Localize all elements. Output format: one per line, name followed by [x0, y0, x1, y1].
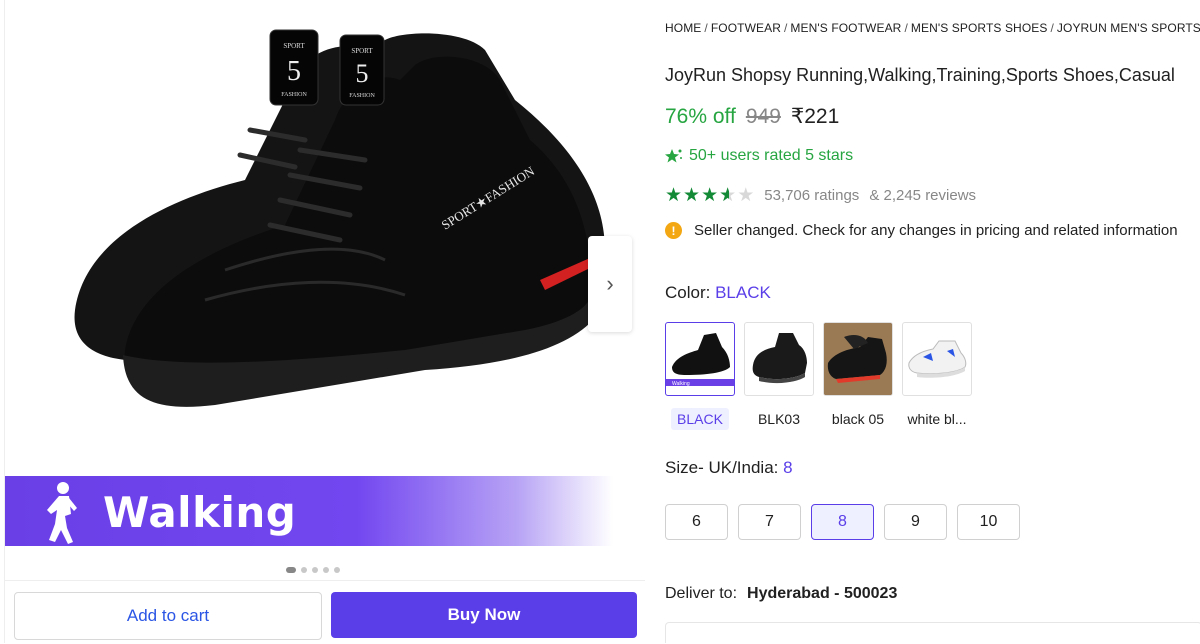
size-option-6[interactable]: 6 — [665, 504, 728, 540]
delivery-details-box — [665, 622, 1200, 643]
star-full-icon: ★ — [683, 185, 701, 206]
color-option-label: BLACK — [671, 408, 729, 430]
color-option-label: black 05 — [831, 411, 885, 427]
breadcrumb-separator: / — [1050, 21, 1054, 35]
product-gallery: SPORT 5 FASHION SPORT 5 FASHION SPORT★FA… — [0, 0, 645, 643]
star-full-icon: ★ — [701, 185, 719, 206]
black-shoe-thumb: Walking — [666, 333, 734, 387]
tongue-tag-number-2: 5 — [356, 59, 369, 88]
breadcrumb-item[interactable]: MEN'S FOOTWEAR — [790, 21, 901, 35]
action-bar: Add to cart Buy Now — [5, 580, 645, 644]
color-option-black-05[interactable]: black 05 — [823, 322, 893, 430]
size-option-8[interactable]: 8 — [811, 504, 874, 540]
walking-person-icon — [47, 482, 77, 544]
color-thumb-black: Walking — [665, 322, 735, 396]
color-label-row: Color: BLACK — [665, 283, 771, 303]
breadcrumb-item[interactable]: HOME — [665, 21, 701, 35]
size-option-7[interactable]: 7 — [738, 504, 801, 540]
color-selected: BLACK — [715, 283, 771, 302]
tongue-tag-top-2: SPORT — [351, 47, 373, 55]
color-option-blk03[interactable]: BLK03 — [744, 322, 814, 430]
color-option-black[interactable]: Walking BLACK — [665, 322, 735, 430]
star-half-icon: ★ ★ — [719, 185, 737, 206]
white-shoe-thumb — [908, 340, 967, 378]
chevron-right-icon: › — [606, 271, 614, 296]
carousel-dot[interactable] — [286, 567, 296, 573]
carousel-dot[interactable] — [323, 567, 329, 573]
star-full-icon: ★ — [665, 185, 683, 206]
ratings-count: 53,706 ratings — [764, 187, 860, 204]
breadcrumb-separator: / — [783, 21, 788, 35]
color-option-white-blue[interactable]: white bl... — [902, 322, 972, 430]
black-05-shoe-thumb — [824, 323, 892, 395]
size-options: 6 7 8 9 10 — [665, 504, 1020, 540]
star-half-fill: ★ — [719, 186, 729, 205]
size-label-row: Size- UK/India: 8 — [665, 458, 793, 478]
price-row: 76% off 949 ₹221 — [665, 104, 839, 129]
delivery-row[interactable]: Deliver to: Hyderabad - 500023 — [665, 585, 897, 603]
size-selected: 8 — [783, 458, 793, 477]
color-option-label: white bl... — [907, 411, 967, 427]
add-to-cart-button[interactable]: Add to cart — [14, 592, 322, 640]
banner-label: Walking — [103, 488, 297, 537]
size-label: Size- UK/India: — [665, 458, 779, 477]
color-label: Color: — [665, 283, 711, 302]
color-thumb-black-05 — [823, 322, 893, 396]
breadcrumb-separator: / — [904, 21, 908, 35]
seller-notice-text: Seller changed. Check for any changes in… — [694, 222, 1178, 239]
carousel-dots — [286, 567, 340, 573]
carousel-dot[interactable] — [312, 567, 318, 573]
buy-now-button[interactable]: Buy Now — [331, 592, 637, 638]
size-option-9[interactable]: 9 — [884, 504, 947, 540]
carousel-dot[interactable] — [334, 567, 340, 573]
breadcrumb-item[interactable]: JOYRUN MEN'S SPORTS SHOES — [1057, 21, 1200, 35]
color-swatches: Walking BLACK BLK03 black 05 white bl... — [665, 322, 972, 430]
product-title: JoyRun Shopsy Running,Walking,Training,S… — [665, 65, 1175, 85]
seller-notice: ! Seller changed. Check for any changes … — [665, 222, 1178, 239]
reviews-count: & 2,245 reviews — [869, 187, 977, 204]
breadcrumb-separator: / — [704, 21, 708, 35]
product-details: HOME / FOOTWEAR / MEN'S FOOTWEAR / MEN'S SPORT… — [665, 0, 1200, 643]
shoe-image: SPORT 5 FASHION SPORT 5 FASHION SPORT★FA… — [74, 29, 605, 407]
tongue-tag-bottom: FASHION — [281, 92, 307, 98]
breadcrumb-item[interactable]: FOOTWEAR — [711, 21, 781, 35]
size-option-10[interactable]: 10 — [957, 504, 1020, 540]
deliver-label: Deliver to: — [665, 585, 738, 602]
star-sparkle-icon — [665, 149, 682, 163]
tongue-tag-bottom-2: FASHION — [349, 93, 375, 99]
breadcrumb: HOME / FOOTWEAR / MEN'S FOOTWEAR / MEN'S SPORT… — [665, 21, 1200, 35]
delivery-location: Hyderabad - 500023 — [747, 585, 898, 602]
carousel-dot[interactable] — [301, 567, 307, 573]
color-thumb-blk03 — [744, 322, 814, 396]
breadcrumb-item[interactable]: MEN'S SPORTS SHOES — [911, 21, 1048, 35]
color-thumb-white-blue — [902, 322, 972, 396]
selling-price: ₹221 — [790, 105, 840, 128]
leather-shoe-thumb — [752, 333, 807, 384]
users-rated-text: 50+ users rated 5 stars — [689, 147, 854, 164]
next-image-button[interactable]: › — [588, 236, 632, 332]
walking-banner: Walking — [5, 476, 645, 546]
star-rating: ★ ★ ★ ★ ★ ★ — [665, 186, 754, 205]
tongue-tag-number: 5 — [287, 56, 301, 87]
rating-row[interactable]: ★ ★ ★ ★ ★ ★ 53,706 ratings & 2,245 reviews — [665, 186, 976, 205]
discount-label: 76% off — [665, 105, 736, 128]
mrp-price: 949 — [745, 105, 781, 128]
color-option-label: BLK03 — [757, 411, 801, 427]
thumb-tag: Walking — [672, 381, 690, 387]
users-rated-badge: 50+ users rated 5 stars — [665, 147, 853, 165]
star-empty-icon: ★ — [737, 185, 755, 206]
info-icon: ! — [665, 222, 682, 239]
tongue-tag-top: SPORT — [283, 42, 305, 50]
